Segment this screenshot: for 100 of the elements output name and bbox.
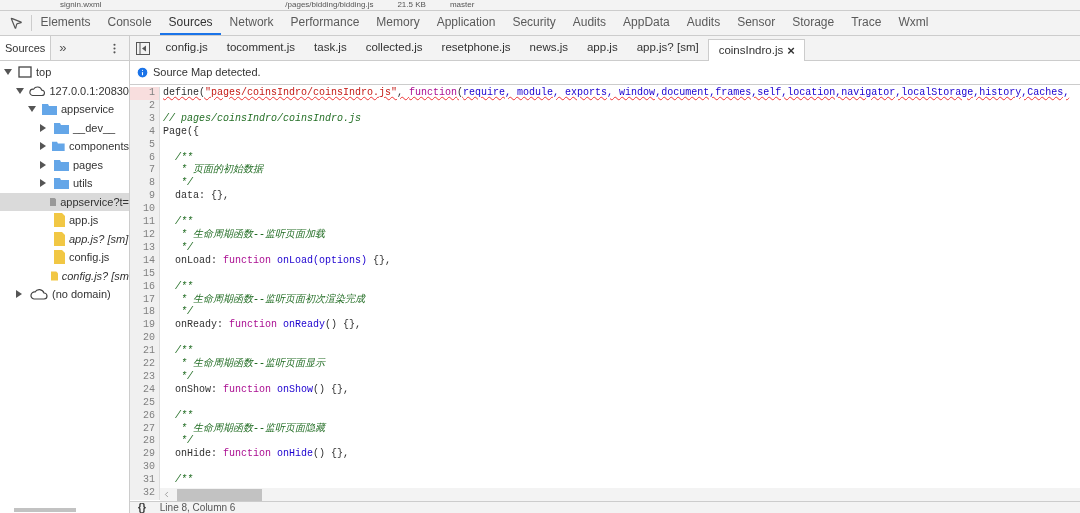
line-number: 10 [130, 203, 160, 217]
tree-item[interactable]: (no domain) [0, 285, 129, 304]
panel-tab[interactable]: Trace [842, 11, 890, 35]
script-file-icon [50, 268, 58, 283]
tree-label: top [36, 65, 52, 80]
panel-tab[interactable]: Audits [564, 11, 615, 35]
panel-tab[interactable]: Network [221, 11, 283, 35]
code-text: onReady: [174, 319, 224, 333]
panel-tab[interactable]: Sensor [728, 11, 784, 35]
file-tab[interactable]: tocomment.js [217, 36, 305, 60]
folder-icon [54, 177, 69, 190]
panel-tab[interactable]: Memory [367, 11, 429, 35]
panel-tab[interactable]: Security [503, 11, 565, 35]
panel-tab[interactable]: Wxml [889, 11, 937, 35]
tree-item[interactable]: utils [0, 174, 129, 193]
tree-label: appservice?t= [60, 194, 129, 210]
file-tab[interactable]: coinsIndro.js × [708, 39, 806, 61]
code-text: data: {}, [174, 190, 229, 204]
identifier: onShow [276, 383, 314, 397]
inspect-icon[interactable] [8, 16, 23, 30]
panel-tab[interactable]: Audits [678, 11, 729, 35]
tree-item[interactable]: config.js? [sm [0, 266, 129, 285]
code-comment: /** [174, 345, 193, 358]
tree-item[interactable]: components [0, 137, 129, 156]
script-file-icon [54, 231, 65, 246]
code-comment: * 页面的初始数据 [180, 164, 263, 177]
horizontal-scrollbar[interactable] [177, 488, 262, 501]
tree-item[interactable]: app.js [0, 211, 129, 230]
panel-tab[interactable]: Storage [783, 11, 843, 35]
folder-icon [54, 121, 69, 134]
code-comment: * 生命周期函数--监听页面初次渲染完成 [180, 293, 365, 306]
panel-tab[interactable]: AppData [614, 11, 679, 35]
code-text: Page({ [163, 125, 199, 139]
cloud-icon [29, 84, 46, 97]
code-text: () {}, [313, 448, 350, 462]
identifier: onLoad(options) [276, 254, 368, 268]
file-tab[interactable]: collected.js [356, 36, 433, 60]
file-tab[interactable]: config.js [156, 36, 218, 60]
file-tab[interactable]: app.js? [sm] [627, 36, 709, 60]
close-icon[interactable]: × [787, 40, 795, 61]
code-comment: * 生命周期函数--监听页面隐藏 [180, 422, 325, 435]
collapsed-arrow-icon[interactable] [16, 290, 22, 299]
tree-label: config.js [69, 250, 110, 265]
top-strip-text: signin.wxml [60, 1, 102, 9]
frame-icon [18, 66, 32, 79]
tree-item[interactable]: config.js [0, 248, 129, 267]
file-tab[interactable]: app.js [577, 36, 628, 60]
code-comment: */ [180, 241, 193, 255]
sidebar-tab[interactable]: Sources [0, 36, 52, 60]
tree-item[interactable]: top [0, 63, 129, 82]
file-tab[interactable]: resetphone.js [432, 36, 521, 60]
code-comment: /** [174, 409, 193, 423]
collapsed-arrow-icon[interactable] [40, 179, 46, 188]
tree-label: config.js? [sm [61, 268, 129, 284]
line-number: 18 [130, 306, 160, 320]
line-number: 29 [130, 448, 160, 462]
tree-label: appservice [61, 102, 115, 117]
cursor-position: Line 8, Column 6 [159, 502, 236, 513]
more-tabs-button[interactable]: » [59, 38, 67, 58]
tree-item[interactable]: 127.0.0.1:20830 [0, 81, 129, 100]
toggle-sidebar-icon[interactable] [136, 41, 150, 55]
expanded-arrow-icon[interactable] [28, 106, 36, 113]
top-strip-text: 21.5 KB [397, 1, 426, 9]
code-text: () {}, [325, 319, 362, 333]
code-text: () {}, [313, 383, 350, 397]
code-text: , [397, 87, 405, 100]
top-strip-text: master [449, 1, 475, 9]
top-strip-text: /pages/bidding/bidding.js [285, 1, 374, 9]
tree-item[interactable]: __dev__ [0, 118, 129, 137]
panel-tab[interactable]: Performance [282, 11, 368, 35]
folder-icon [52, 140, 66, 153]
file-tab[interactable]: task.js [304, 36, 357, 60]
tree-item[interactable]: appservice?t= [0, 192, 129, 211]
line-number: 8 [130, 177, 160, 191]
expanded-arrow-icon[interactable] [16, 87, 24, 94]
horizontal-scrollbar[interactable] [14, 508, 76, 512]
identifier: onReady [282, 319, 326, 333]
line-number: 21 [130, 345, 160, 359]
panel-tab[interactable]: Elements [32, 11, 100, 35]
tree-item[interactable]: app.js? [sm] [0, 229, 129, 248]
tree-item[interactable]: pages [0, 155, 129, 174]
panel-tab[interactable]: Console [99, 11, 161, 35]
line-number: 31 [130, 474, 160, 488]
code-comment: // pages/coinsIndro/coinsIndro.js [163, 112, 362, 126]
code-comment: */ [180, 435, 193, 448]
code-text: ( [457, 87, 464, 100]
keyword: function [223, 448, 272, 462]
tree-item[interactable]: appservice [0, 100, 129, 119]
tree-label: (no domain) [52, 287, 111, 302]
line-number: 11 [130, 216, 160, 229]
collapsed-arrow-icon[interactable] [40, 123, 46, 132]
folder-icon [54, 158, 69, 171]
panel-tab[interactable]: Application [428, 11, 504, 35]
tree-label: utils [73, 176, 93, 191]
expanded-arrow-icon[interactable] [4, 69, 12, 76]
pretty-print-button[interactable]: {} [138, 502, 146, 513]
code-text: onHide: [174, 448, 218, 462]
file-tab[interactable]: news.js [520, 36, 578, 60]
info-icon [136, 66, 149, 79]
line-number: 30 [130, 461, 160, 475]
